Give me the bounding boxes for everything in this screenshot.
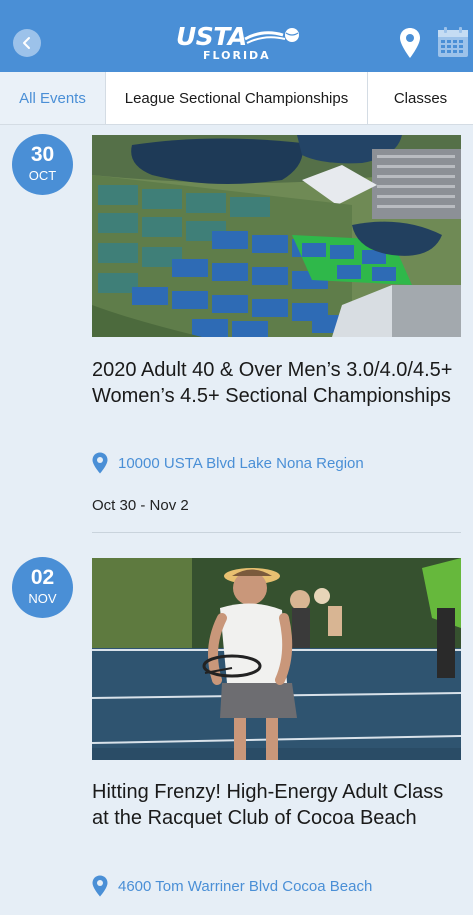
app-header: USTA FLORIDA <box>0 0 473 72</box>
event-divider <box>92 532 461 533</box>
back-button[interactable] <box>13 29 41 57</box>
event-image-tennis-center-aerial[interactable] <box>92 135 461 337</box>
logo-swoosh-icon <box>244 28 299 44</box>
event-date-badge: 30 OCT <box>12 134 73 195</box>
event-day: 30 <box>30 143 55 166</box>
event-location[interactable]: 10000 USTA Blvd Lake Nona Region <box>92 452 364 474</box>
event-month: OCT <box>28 168 57 183</box>
event-day: 02 <box>30 566 55 589</box>
logo-subtitle: FLORIDA <box>203 49 271 62</box>
event-location-text: 4600 Tom Warriner Blvd Cocoa Beach <box>118 877 373 895</box>
tab-all-events[interactable]: All Events <box>0 72 105 124</box>
location-pin-icon <box>92 452 108 474</box>
event-title[interactable]: 2020 Adult 40 & Over Men’s 3.0/4.0/4.5+ … <box>92 357 461 409</box>
event-month: NOV <box>28 591 57 606</box>
event-dates: Oct 30 - Nov 2 <box>92 497 189 514</box>
location-pin-icon[interactable] <box>399 27 421 59</box>
back-icon <box>23 37 30 49</box>
event-image-woman-playing-tennis[interactable] <box>92 558 461 760</box>
logo-text: USTA <box>176 22 247 51</box>
tab-league-sectional-championships[interactable]: League Sectional Championships <box>106 72 367 124</box>
event-title[interactable]: Hitting Frenzy! High-Energy Adult Class … <box>92 779 461 831</box>
location-pin-icon <box>92 875 108 897</box>
event-location[interactable]: 4600 Tom Warriner Blvd Cocoa Beach <box>92 875 372 897</box>
tab-classes[interactable]: Classes <box>368 72 473 124</box>
usta-florida-logo: USTA FLORIDA <box>171 22 303 66</box>
event-location-text: 10000 USTA Blvd Lake Nona Region <box>118 454 364 472</box>
event-tabs: All Events League Sectional Championship… <box>0 72 473 125</box>
event-date-badge: 02 NOV <box>12 557 73 618</box>
calendar-icon[interactable] <box>437 26 469 58</box>
